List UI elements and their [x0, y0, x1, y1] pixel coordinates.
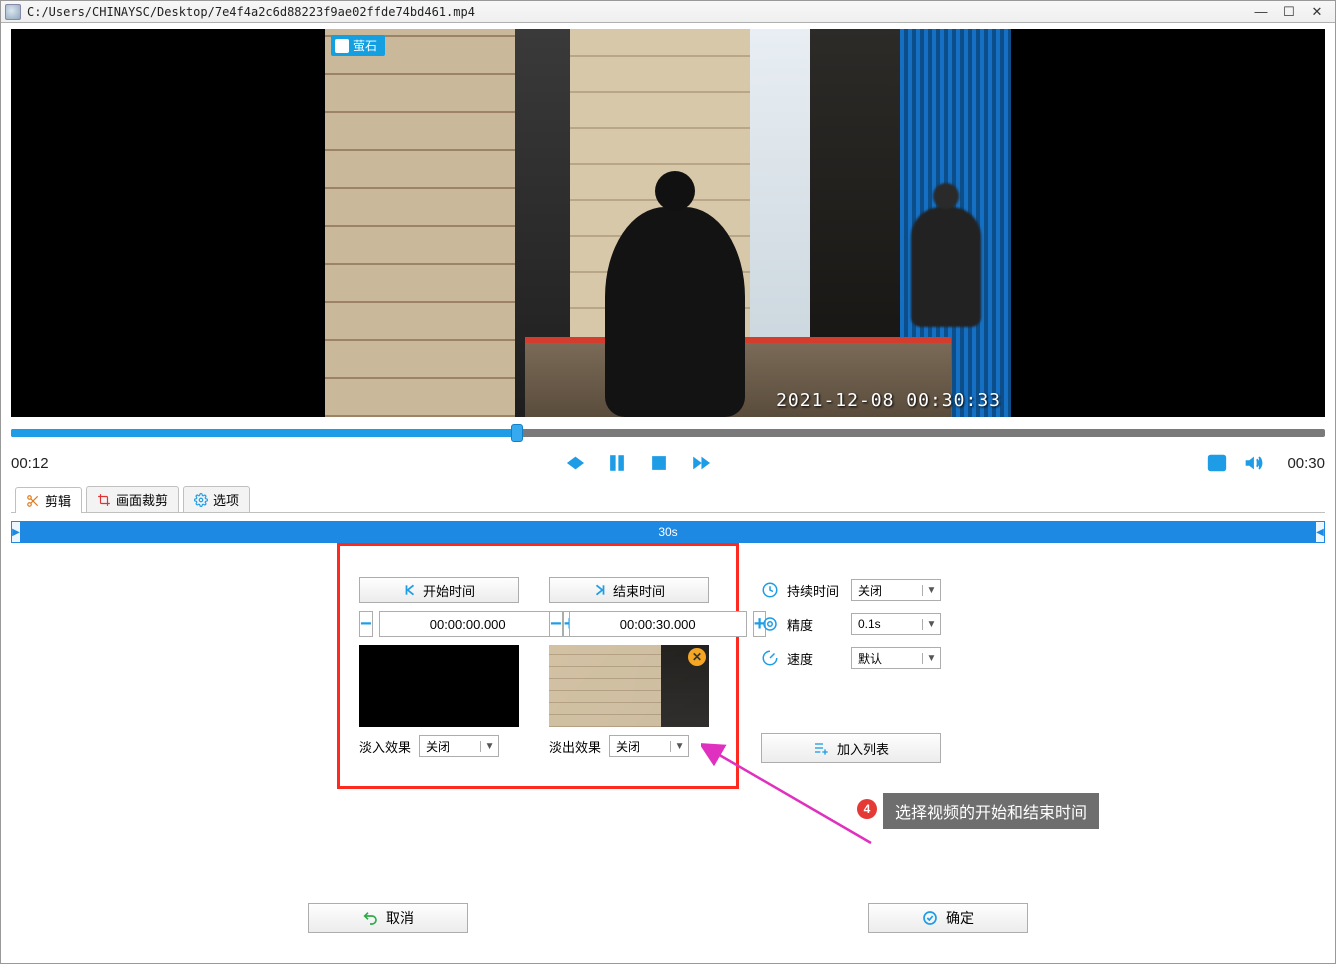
skip-end-icon	[593, 583, 607, 597]
tabs-row: 剪辑 画面裁剪 选项	[11, 485, 1325, 513]
minimize-button[interactable]: —	[1247, 3, 1275, 21]
camera-logo-badge: 萤石	[331, 35, 385, 56]
skip-start-icon	[403, 583, 417, 597]
fade-in-label: 淡入效果	[359, 737, 411, 756]
tab-edit[interactable]: 剪辑	[15, 487, 82, 513]
pause-button[interactable]	[605, 451, 629, 475]
video-timestamp-overlay: 2021-12-08 00:30:33	[776, 390, 1001, 411]
fade-in-combo[interactable]: 关闭▼	[419, 735, 499, 757]
chevron-down-icon: ▼	[670, 741, 688, 752]
precision-combo[interactable]: 0.1s▼	[851, 613, 941, 635]
precision-icon	[761, 615, 779, 633]
undo-icon	[362, 910, 378, 926]
ok-button[interactable]: 确定	[868, 903, 1028, 933]
clock-icon	[761, 581, 779, 599]
start-time-input[interactable]	[379, 611, 557, 637]
precision-label: 精度	[787, 615, 843, 634]
transport-bar: 00:12 00:30	[11, 447, 1325, 479]
clip-range-bar[interactable]: ▶ ◀ 30s	[11, 521, 1325, 543]
total-time-label: 00:30	[1265, 455, 1325, 472]
video-frame[interactable]: 萤石 2021-12-08 00:30:33	[325, 29, 1011, 417]
clip-handle-left[interactable]: ▶	[11, 521, 21, 543]
speed-icon	[761, 649, 779, 667]
chevron-down-icon: ▼	[922, 619, 940, 630]
end-frame-thumbnail: ✕	[549, 645, 709, 727]
video-area: 萤石 2021-12-08 00:30:33	[11, 29, 1325, 417]
start-time-decrement[interactable]: −	[359, 611, 373, 637]
title-path: C:/Users/CHINAYSC/Desktop/7e4f4a2c6d8822…	[27, 5, 475, 19]
tab-crop[interactable]: 画面裁剪	[86, 486, 179, 512]
duration-label: 持续时间	[787, 581, 843, 600]
speed-combo[interactable]: 默认▼	[851, 647, 941, 669]
end-time-decrement[interactable]: −	[549, 611, 563, 637]
annotation-step-badge: 4	[857, 799, 877, 819]
tab-options[interactable]: 选项	[183, 486, 250, 512]
close-button[interactable]: ✕	[1303, 3, 1331, 21]
fade-out-label: 淡出效果	[549, 737, 601, 756]
cancel-button[interactable]: 取消	[308, 903, 468, 933]
start-time-column: 开始时间 − + 淡入效果 关闭▼	[359, 577, 519, 757]
progress-slider[interactable]	[11, 421, 1325, 443]
chevron-down-icon: ▼	[922, 585, 940, 596]
end-time-input[interactable]	[569, 611, 747, 637]
chevron-down-icon: ▼	[480, 741, 498, 752]
annotation-callout: 选择视频的开始和结束时间	[883, 793, 1099, 829]
tab-label: 画面裁剪	[116, 490, 168, 509]
start-frame-thumbnail	[359, 645, 519, 727]
tab-label: 选项	[213, 490, 239, 509]
start-time-button[interactable]: 开始时间	[359, 577, 519, 603]
maximize-button[interactable]: ☐	[1275, 3, 1303, 21]
volume-icon[interactable]	[1241, 451, 1265, 475]
tab-label: 剪辑	[45, 491, 71, 510]
fade-out-combo[interactable]: 关闭▼	[609, 735, 689, 757]
add-to-list-button[interactable]: 加入列表	[761, 733, 941, 763]
settings-icon[interactable]	[1205, 451, 1229, 475]
end-time-column: 结束时间 − + ✕ 淡出效果 关闭▼	[549, 577, 709, 757]
current-time-label: 00:12	[11, 455, 71, 472]
progress-thumb[interactable]	[511, 424, 523, 442]
list-add-icon	[813, 740, 829, 756]
chevron-down-icon: ▼	[922, 653, 940, 664]
app-window: C:/Users/CHINAYSC/Desktop/7e4f4a2c6d8822…	[0, 0, 1336, 964]
scissors-icon	[26, 494, 40, 508]
editor-panel: 开始时间 − + 淡入效果 关闭▼ 结	[11, 543, 1325, 963]
crop-icon	[97, 493, 111, 507]
remove-end-thumb-icon[interactable]: ✕	[688, 648, 706, 666]
gear-icon	[194, 493, 208, 507]
titlebar: C:/Users/CHINAYSC/Desktop/7e4f4a2c6d8822…	[1, 1, 1335, 23]
rewind-button[interactable]	[563, 451, 587, 475]
clip-handle-right[interactable]: ◀	[1315, 521, 1325, 543]
app-icon	[5, 4, 21, 20]
stop-button[interactable]	[647, 451, 671, 475]
forward-button[interactable]	[689, 451, 713, 475]
video-content-placeholder	[325, 29, 1011, 417]
speed-label: 速度	[787, 649, 843, 668]
end-time-button[interactable]: 结束时间	[549, 577, 709, 603]
duration-combo[interactable]: 关闭▼	[851, 579, 941, 601]
settings-column: 持续时间 关闭▼ 精度 0.1s▼ 速度 默认▼	[761, 579, 941, 669]
check-circle-icon	[922, 910, 938, 926]
